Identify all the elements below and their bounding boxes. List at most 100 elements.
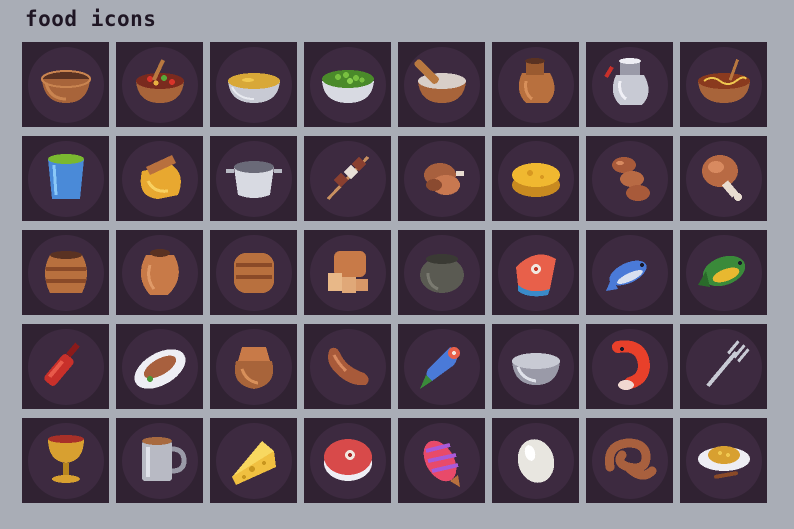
icon-tile [210,230,297,315]
icon-backdrop [685,140,762,217]
noodle-bowl-icon [692,51,756,119]
kebab-skewer-icon [316,145,380,213]
sausage-icon [316,333,380,401]
soup-bowl-icon [222,51,286,119]
icon-backdrop [309,46,386,123]
icon-backdrop [591,140,668,217]
icon-tile [398,324,485,409]
icon-backdrop [121,234,198,311]
icon-backdrop [27,328,104,405]
flour-sack-icon [222,333,286,401]
icon-tile [586,418,673,503]
cheese-wheel-icon [504,145,568,213]
icon-backdrop [403,140,480,217]
cheese-wedge-icon [222,427,286,495]
grain-sack-icon [128,145,192,213]
icon-backdrop [215,234,292,311]
icon-tile [304,324,391,409]
icon-tile [586,230,673,315]
icon-tile [116,42,203,127]
clay-pot-icon [34,239,98,307]
icon-tile [22,324,109,409]
icon-backdrop [215,422,292,499]
cooking-pot-icon [222,145,286,213]
icon-tile [304,42,391,127]
icon-backdrop [309,328,386,405]
pretzel-icon [598,427,662,495]
amphora-icon [128,239,192,307]
icon-backdrop [309,422,386,499]
sausage-links-icon [598,145,662,213]
striped-fish-icon [410,427,474,495]
icon-backdrop [27,234,104,311]
icon-backdrop [215,140,292,217]
icon-tile [680,418,767,503]
icon-backdrop [215,46,292,123]
icon-backdrop [27,140,104,217]
egg-icon [504,427,568,495]
icon-backdrop [121,46,198,123]
empty-bowl-icon [34,51,98,119]
icon-tile [210,418,297,503]
icon-tile [680,136,767,221]
icon-tile [116,230,203,315]
sliced-bread-icon [316,239,380,307]
metal-bowl-icon [504,333,568,401]
icon-tile [22,42,109,127]
blue-fish-icon [598,239,662,307]
rice-plate-icon [692,427,756,495]
icon-tile [304,418,391,503]
green-fish-icon [692,239,756,307]
icon-backdrop [591,328,668,405]
icon-tile [586,136,673,221]
wine-bottle-icon [34,333,98,401]
icon-tile [398,42,485,127]
peas-bowl-icon [316,51,380,119]
icon-backdrop [685,234,762,311]
icon-backdrop [591,422,668,499]
icon-tile [492,42,579,127]
icon-tile [492,324,579,409]
icon-backdrop [591,46,668,123]
goblet-icon [34,427,98,495]
icon-backdrop [121,328,198,405]
icon-backdrop [309,140,386,217]
icon-tile [22,418,109,503]
icon-tile [586,324,673,409]
page-title: food icons [25,7,157,31]
icon-backdrop [27,422,104,499]
icon-tile [398,418,485,503]
icon-backdrop [121,422,198,499]
icon-tile [116,136,203,221]
icon-backdrop [403,46,480,123]
icon-tile [398,136,485,221]
icon-tile [680,42,767,127]
icon-backdrop [215,328,292,405]
icon-backdrop [685,46,762,123]
fish-tail-icon [410,333,474,401]
icon-tile [398,230,485,315]
icon-tile [492,230,579,315]
clay-jug-icon [504,51,568,119]
icon-backdrop [497,140,574,217]
icon-backdrop [403,422,480,499]
icon-tile [304,136,391,221]
icon-tile [116,324,203,409]
icon-backdrop [497,234,574,311]
milk-jug-icon [598,51,662,119]
icon-backdrop [309,234,386,311]
roasted-meat-icon [410,145,474,213]
salad-bowl-icon [128,51,192,119]
cauldron-icon [410,239,474,307]
tankard-icon [128,427,192,495]
icon-backdrop [403,234,480,311]
tuna-steak-icon [316,427,380,495]
icon-backdrop [591,234,668,311]
icon-tile [586,42,673,127]
icon-tile [210,324,297,409]
icon-backdrop [497,328,574,405]
bread-loaf-icon [222,239,286,307]
fork-icon [692,333,756,401]
icon-backdrop [685,422,762,499]
icon-tile [22,230,109,315]
